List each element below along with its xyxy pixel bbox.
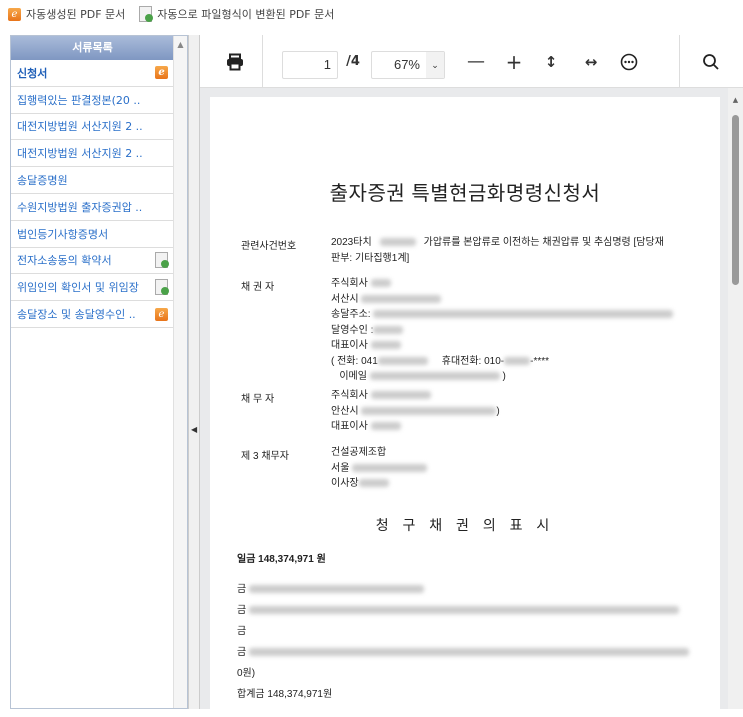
third-debtor-head: 이사장 xyxy=(331,478,359,489)
sidebar-item-label: 대전지방법원 서산지원 2 .. xyxy=(17,147,143,161)
debtor-city: 안산시 xyxy=(331,405,359,417)
amount-prefix: 금 xyxy=(237,584,247,595)
sidebar-item[interactable]: 집행력있는 판결정본(20 .. xyxy=(11,87,174,114)
document-list-title: 서류목록 xyxy=(11,36,174,60)
creditor-mobile-mask: -**** xyxy=(530,355,550,367)
legend-auto: 자동생성된 PDF 문서 xyxy=(26,8,126,21)
sidebar-item[interactable]: 송달장소 및 송달영수인 .. e xyxy=(11,301,174,328)
creditor-ceo: 대표이사 xyxy=(331,340,368,351)
sidebar-item[interactable]: 신청서 e xyxy=(11,60,174,87)
sidebar-item-label: 법인등기사항증명서 xyxy=(17,227,109,241)
search-icon xyxy=(703,53,719,70)
page-number-input[interactable]: 1 xyxy=(282,51,338,79)
creditor-company: 주식회사 xyxy=(331,278,368,289)
case-label: 관련사건번호 xyxy=(241,241,297,252)
amount-prefix: 금 xyxy=(237,605,247,616)
sidebar-item[interactable]: 대전지방법원 서산지원 2 .. xyxy=(11,114,174,141)
creditor-address: 송달주소: xyxy=(331,309,371,320)
sidebar-item-label: 신청서 xyxy=(17,66,48,80)
amount-prefix: 금 xyxy=(237,626,247,637)
sidebar-item[interactable]: 수원지방법원 출자증권압 .. xyxy=(11,194,174,221)
creditor-label: 채 권 자 xyxy=(241,282,275,293)
zoom-out-button[interactable]: — xyxy=(465,35,487,88)
collapse-left-icon[interactable]: ◀ xyxy=(191,425,197,434)
pdf-scrollbar[interactable]: ▲ xyxy=(728,88,743,709)
sidebar-item-label: 송달증명원 xyxy=(17,174,68,188)
third-debtor-label: 제 3 채무자 xyxy=(241,451,289,462)
more-icon xyxy=(620,53,638,70)
amount-prefix: 금 xyxy=(237,647,247,658)
creditor-email: 이메일 xyxy=(339,371,367,382)
sidebar-item[interactable]: 전자소송동의 확약서 xyxy=(11,248,174,275)
third-debtor-city: 서울 xyxy=(331,462,350,474)
sidebar-item-label: 전자소송동의 확약서 xyxy=(17,254,112,268)
zoom-select[interactable]: 67% ⌄ xyxy=(371,51,445,79)
sidebar-item-label: 수원지방법원 출자증권압 .. xyxy=(17,200,143,214)
sidebar-item[interactable]: 송달증명원 xyxy=(11,167,174,194)
debtor-ceo: 대표이사 xyxy=(331,421,368,432)
fit-height-icon[interactable]: ↕ xyxy=(541,35,561,88)
pdf-viewer: 1 /4 67% ⌄ — + ↕ ↔ 출자증권 특별현금화명령신청서 관련사건번호… xyxy=(200,35,743,717)
debtor-company: 주식회사 xyxy=(331,390,368,401)
paren: ) xyxy=(502,371,506,382)
claim-sum: 합계금 148,374,971원 xyxy=(237,689,333,700)
print-button[interactable] xyxy=(220,35,250,88)
case-number: 2023타치 xyxy=(331,237,372,248)
sidebar-scrollbar[interactable]: ▲ xyxy=(173,36,187,708)
creditor-recipient: 달영수인 : xyxy=(331,324,374,336)
case-desc: 가압류를 본압류로 이전하는 채권압류 및 추심명령 [담당재 xyxy=(423,237,664,248)
print-icon xyxy=(227,53,243,70)
debtor-label: 채 무 자 xyxy=(241,394,275,405)
sidebar-item[interactable]: 대전지방법원 서산지원 2 .. xyxy=(11,140,174,168)
scroll-up-icon[interactable]: ▲ xyxy=(174,40,187,49)
legend: e 자동생성된 PDF 문서 자동으로 파일형식이 변환된 PDF 문서 xyxy=(8,6,334,22)
amount-tail: 0원) xyxy=(237,668,256,679)
creditor-city: 서산시 xyxy=(331,293,359,305)
pdf-toolbar: 1 /4 67% ⌄ — + ↕ ↔ xyxy=(200,35,743,88)
paren: ) xyxy=(496,405,500,417)
creditor-phone: ( 전화: 041 xyxy=(331,355,378,367)
zoom-in-button[interactable]: + xyxy=(503,35,525,88)
sidebar-item-label: 대전지방법원 서산지원 2 .. xyxy=(17,120,143,134)
converted-file-icon xyxy=(155,252,169,269)
e-doc-icon: e xyxy=(8,7,21,21)
claim-total: 일금 148,374,971 원 xyxy=(237,554,326,565)
document-list-panel: 서류목록 신청서 e 집행력있는 판결정본(20 .. 대전지방법원 서산지원 2 .… xyxy=(10,35,188,709)
pdf-page: 출자증권 특별현금화명령신청서 관련사건번호 2023타치 가압류를 본압류로 이… xyxy=(210,97,720,717)
zoom-value: 67% xyxy=(393,57,420,72)
legend-converted: 자동으로 파일형식이 변환된 PDF 문서 xyxy=(157,8,335,21)
e-doc-icon: e xyxy=(155,307,168,321)
converted-file-icon xyxy=(139,6,154,22)
fit-width-icon[interactable]: ↔ xyxy=(580,35,602,88)
scroll-thumb[interactable] xyxy=(732,115,739,285)
total-pages: /4 xyxy=(346,54,360,69)
sidebar-item[interactable]: 법인등기사항증명서 xyxy=(11,221,174,248)
document-title: 출자증권 특별현금화명령신청서 xyxy=(329,183,601,205)
sidebar-item-label: 집행력있는 판결정본(20 .. xyxy=(17,93,141,107)
case-desc-2: 판부: 기타집행1계] xyxy=(331,252,410,264)
e-doc-icon: e xyxy=(155,66,168,80)
sidebar-item-label: 송달장소 및 송달영수인 .. xyxy=(17,308,136,322)
panel-splitter[interactable]: ◀ xyxy=(188,35,200,709)
converted-file-icon xyxy=(155,279,169,296)
chevron-down-icon: ⌄ xyxy=(426,52,444,78)
claim-title: 청 구 채 권 의 표 시 xyxy=(375,517,555,533)
scroll-up-icon[interactable]: ▲ xyxy=(728,96,743,104)
more-options-button[interactable] xyxy=(618,35,640,88)
sidebar-item-label: 위임인의 확인서 및 위임장 xyxy=(17,281,139,295)
creditor-mobile: 휴대전화: 010- xyxy=(441,355,505,367)
search-button[interactable] xyxy=(700,35,722,88)
sidebar-item[interactable]: 위임인의 확인서 및 위임장 xyxy=(11,274,174,302)
third-debtor-name: 건설공제조합 xyxy=(331,447,387,458)
